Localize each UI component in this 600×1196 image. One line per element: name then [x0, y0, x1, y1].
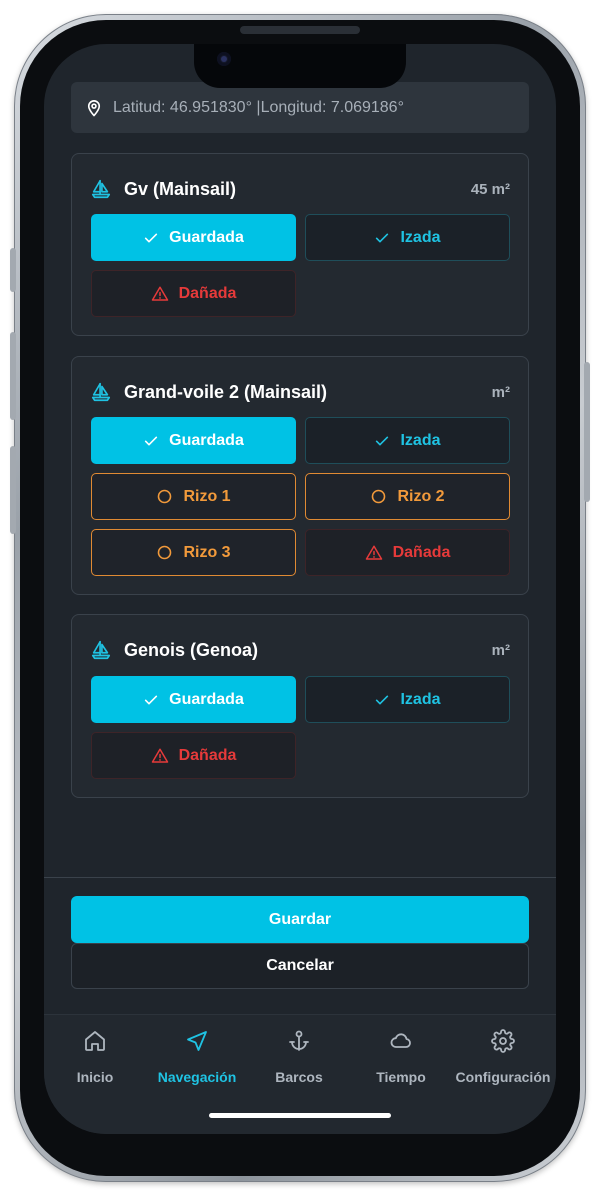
sailboat-icon: [91, 640, 111, 660]
tab-barcos[interactable]: Barcos: [248, 1029, 350, 1093]
volume-down-button: [10, 446, 16, 534]
hoisted-label: Izada: [400, 228, 441, 246]
damaged-label: Dañada: [178, 284, 237, 302]
reef-3-label: Rizo 3: [183, 543, 231, 561]
hoisted-button[interactable]: Izada: [305, 214, 510, 261]
app-screen: Latitud: 46.951830° |Longitud: 7.069186°…: [44, 44, 556, 1134]
circle-icon: [158, 489, 172, 504]
location-text: Latitud: 46.951830° |Longitud: 7.069186°: [113, 98, 404, 116]
tab-label: Configuración: [455, 1069, 551, 1085]
sail-area: 45 m²: [470, 180, 510, 198]
stored-label: Guardada: [169, 228, 244, 246]
damaged-label: Dañada: [178, 746, 237, 764]
sail-card-header: Genois (Genoa) m²: [90, 637, 510, 663]
tab-label: Navegación: [157, 1069, 237, 1085]
reef-3-button[interactable]: Rizo 3: [91, 529, 296, 576]
cancel-button[interactable]: Cancelar: [71, 943, 529, 989]
check-icon: [376, 233, 389, 242]
damaged-button[interactable]: Dañada: [91, 732, 296, 779]
damaged-button[interactable]: Dañada: [91, 270, 296, 317]
hoisted-button[interactable]: Izada: [305, 676, 510, 723]
tab-navegacion[interactable]: Navegación: [146, 1029, 248, 1093]
hoisted-label: Izada: [400, 690, 441, 708]
sail-card-gv: Gv (Mainsail) 45 m² Guardada Izada Dañad…: [71, 153, 529, 336]
check-icon: [145, 695, 158, 704]
check-icon: [145, 436, 158, 445]
volume-up-button: [10, 332, 16, 420]
sail-title: Gv (Mainsail): [90, 178, 236, 200]
circle-icon: [158, 545, 172, 560]
tab-label: Inicio: [76, 1069, 114, 1085]
reef-1-button[interactable]: Rizo 1: [91, 473, 296, 520]
silent-switch: [10, 248, 16, 292]
gear-icon: [491, 1029, 515, 1053]
sail-area: m²: [491, 641, 510, 659]
earpiece-speaker: [240, 26, 360, 34]
reef-2-label: Rizo 2: [397, 487, 445, 505]
sail-title: Genois (Genoa): [90, 639, 258, 661]
stored-button[interactable]: Guardada: [91, 214, 296, 261]
check-icon: [376, 695, 389, 704]
home-indicator: [209, 1113, 391, 1118]
circle-icon: [372, 489, 386, 504]
anchor-icon: [289, 1030, 309, 1051]
notch: [194, 44, 406, 88]
check-icon: [145, 233, 158, 242]
stored-button[interactable]: Guardada: [91, 676, 296, 723]
footer-divider: [44, 877, 556, 878]
check-icon: [376, 436, 389, 445]
save-button[interactable]: Guardar: [71, 896, 529, 943]
sailboat-icon: [91, 179, 111, 199]
sail-card-grand-voile-2: Grand-voile 2 (Mainsail) m² Guardada Iza…: [71, 356, 529, 595]
damaged-label: Dañada: [392, 543, 451, 561]
sail-area: m²: [491, 383, 510, 401]
tab-label: Tiempo: [376, 1069, 426, 1085]
navigation-icon: [187, 1031, 207, 1051]
tab-configuracion[interactable]: Configuración: [452, 1029, 554, 1093]
warning-icon: [151, 286, 168, 301]
sailboat-icon: [91, 382, 111, 402]
warning-icon: [151, 748, 168, 763]
sail-name: Grand-voile 2 (Mainsail): [124, 381, 328, 402]
tab-tiempo[interactable]: Tiempo: [350, 1029, 452, 1093]
stored-label: Guardada: [169, 690, 244, 708]
damaged-button[interactable]: Dañada: [305, 529, 510, 576]
cloud-icon: [390, 1033, 411, 1048]
warning-icon: [365, 545, 382, 560]
reef-2-button[interactable]: Rizo 2: [305, 473, 510, 520]
sail-state-form: Latitud: 46.951830° |Longitud: 7.069186°…: [44, 44, 556, 1134]
sail-card-header: Gv (Mainsail) 45 m²: [90, 176, 510, 202]
front-camera: [217, 52, 231, 66]
reef-1-label: Rizo 1: [183, 487, 231, 505]
location-pin-icon: [87, 99, 101, 116]
sail-title: Grand-voile 2 (Mainsail): [90, 381, 327, 403]
hoisted-label: Izada: [400, 431, 441, 449]
stored-label: Guardada: [169, 431, 244, 449]
tab-label: Barcos: [275, 1069, 323, 1085]
sail-name: Genois (Genoa): [124, 639, 259, 660]
stored-button[interactable]: Guardada: [91, 417, 296, 464]
sail-card-genois: Genois (Genoa) m² Guardada Izada Dañada: [71, 614, 529, 798]
sail-card-header: Grand-voile 2 (Mainsail) m²: [90, 379, 510, 405]
home-icon: [85, 1031, 105, 1051]
sail-name: Gv (Mainsail): [124, 178, 237, 199]
tab-inicio[interactable]: Inicio: [44, 1029, 146, 1093]
location-bar: Latitud: 46.951830° |Longitud: 7.069186°: [71, 82, 529, 133]
power-button: [584, 362, 590, 502]
hoisted-button[interactable]: Izada: [305, 417, 510, 464]
